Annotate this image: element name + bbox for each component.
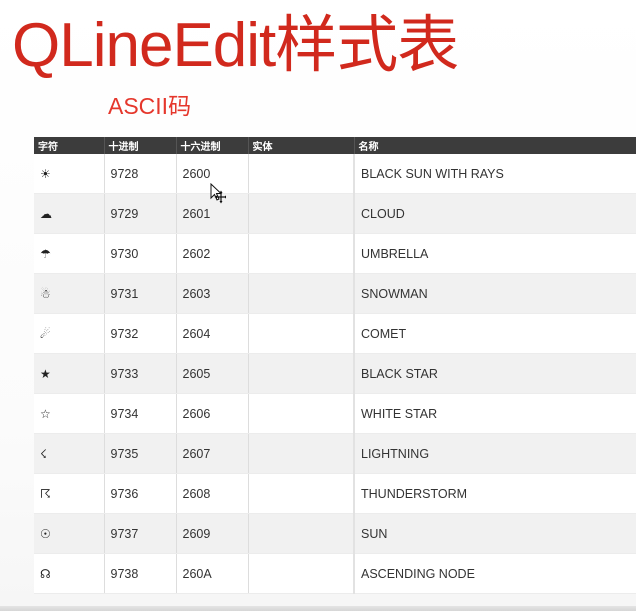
header-hex: 十六进制 bbox=[176, 137, 249, 154]
cell-hex: 2607 bbox=[176, 433, 249, 474]
cell-char: ★ bbox=[34, 353, 105, 394]
cell-hex: 2608 bbox=[176, 473, 249, 514]
header-char: 字符 bbox=[34, 137, 105, 154]
cell-entity bbox=[248, 313, 355, 354]
cell-name: BLACK STAR bbox=[354, 353, 636, 394]
table-row: ☁ 9729 2601 CLOUD bbox=[34, 193, 636, 234]
header-entity: 实体 bbox=[248, 137, 355, 154]
header-decimal: 十进制 bbox=[104, 137, 177, 154]
cell-name: WHITE STAR bbox=[354, 393, 636, 434]
cell-hex: 2602 bbox=[176, 233, 249, 274]
table-row: ☄ 9732 2604 COMET bbox=[34, 313, 636, 354]
cell-hex: 260A bbox=[176, 553, 249, 594]
bottom-strip bbox=[0, 606, 636, 611]
table-row: ☉ 9737 2609 SUN bbox=[34, 513, 636, 554]
cell-decimal: 9734 bbox=[104, 393, 177, 434]
cell-name: LIGHTNING bbox=[354, 433, 636, 474]
cell-hex: 2601 bbox=[176, 193, 249, 234]
cell-decimal: 9729 bbox=[104, 193, 177, 234]
cell-entity bbox=[248, 553, 355, 594]
table-row: ☃ 9731 2603 SNOWMAN bbox=[34, 273, 636, 314]
ascii-table-container: 字符 十进制 十六进制 实体 名称 ☀ 9728 2600 BLACK SUN WIT… bbox=[34, 137, 636, 602]
table-row: ☀ 9728 2600 BLACK SUN WITH RAYS bbox=[34, 154, 636, 194]
cell-name: UMBRELLA bbox=[354, 233, 636, 274]
cell-char: ☂ bbox=[34, 233, 105, 274]
cell-name: THUNDERSTORM bbox=[354, 473, 636, 514]
cell-char: ☆ bbox=[34, 393, 105, 434]
cell-decimal: 9730 bbox=[104, 233, 177, 274]
cell-name: BLACK SUN WITH RAYS bbox=[354, 154, 636, 194]
cell-decimal: 9733 bbox=[104, 353, 177, 394]
table-row: ☈ 9736 2608 THUNDERSTORM bbox=[34, 473, 636, 514]
cell-char: ☄ bbox=[34, 313, 105, 354]
cell-entity bbox=[248, 154, 355, 194]
cell-entity bbox=[248, 513, 355, 554]
cell-char: ☃ bbox=[34, 273, 105, 314]
cell-name: ASCENDING NODE bbox=[354, 553, 636, 594]
cell-entity bbox=[248, 433, 355, 474]
header-row: 字符 十进制 十六进制 实体 名称 bbox=[34, 137, 636, 154]
cell-name: CLOUD bbox=[354, 193, 636, 234]
cell-hex: 2606 bbox=[176, 393, 249, 434]
cell-entity bbox=[248, 193, 355, 234]
cell-hex: 2603 bbox=[176, 273, 249, 314]
cell-decimal: 9728 bbox=[104, 154, 177, 194]
cell-entity bbox=[248, 353, 355, 394]
table-row: ☇ 9735 2607 LIGHTNING bbox=[34, 433, 636, 474]
cell-char: ☈ bbox=[34, 473, 105, 514]
ascii-table: 字符 十进制 十六进制 实体 名称 ☀ 9728 2600 BLACK SUN WIT… bbox=[34, 137, 636, 594]
cell-hex: 2609 bbox=[176, 513, 249, 554]
cell-decimal: 9735 bbox=[104, 433, 177, 474]
cell-char: ☉ bbox=[34, 513, 105, 554]
cell-name: SUN bbox=[354, 513, 636, 554]
cell-decimal: 9738 bbox=[104, 553, 177, 594]
cell-decimal: 9732 bbox=[104, 313, 177, 354]
cell-entity bbox=[248, 233, 355, 274]
cell-decimal: 9736 bbox=[104, 473, 177, 514]
header-name: 名称 bbox=[354, 137, 636, 154]
cell-name: COMET bbox=[354, 313, 636, 354]
table-body: ☀ 9728 2600 BLACK SUN WITH RAYS ☁ 9729 2601 CLO… bbox=[34, 154, 636, 594]
cell-entity bbox=[248, 473, 355, 514]
table-row: ☊ 9738 260A ASCENDING NODE bbox=[34, 553, 636, 594]
slide-title: QLineEdit样式表 bbox=[12, 11, 459, 80]
table-row: ★ 9733 2605 BLACK STAR bbox=[34, 353, 636, 394]
table-row: ☆ 9734 2606 WHITE STAR bbox=[34, 393, 636, 434]
cell-decimal: 9737 bbox=[104, 513, 177, 554]
cell-char: ☁ bbox=[34, 193, 105, 234]
slide-subtitle: ASCII码 bbox=[108, 93, 192, 119]
cell-hex: 2600 bbox=[176, 154, 249, 194]
cell-hex: 2605 bbox=[176, 353, 249, 394]
cell-name: SNOWMAN bbox=[354, 273, 636, 314]
cell-char: ☀ bbox=[34, 154, 105, 194]
cell-char: ☊ bbox=[34, 553, 105, 594]
table-header: 字符 十进制 十六进制 实体 名称 bbox=[34, 137, 636, 154]
cell-decimal: 9731 bbox=[104, 273, 177, 314]
cell-entity bbox=[248, 393, 355, 434]
cell-hex: 2604 bbox=[176, 313, 249, 354]
slide: QLineEdit样式表 ASCII码 字符 十进制 十六进制 实体 名称 ☀ … bbox=[0, 0, 636, 611]
cell-char: ☇ bbox=[34, 433, 105, 474]
cell-entity bbox=[248, 273, 355, 314]
table-row: ☂ 9730 2602 UMBRELLA bbox=[34, 233, 636, 274]
